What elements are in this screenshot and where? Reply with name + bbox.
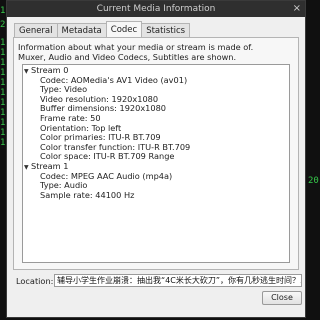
terminal-fragment: 2: [0, 20, 6, 30]
terminal-fragment: 1: [0, 88, 6, 98]
tab-metadata[interactable]: Metadata: [56, 23, 107, 37]
location-label: Location:: [16, 276, 54, 286]
info-line: Muxer, Audio and Video Codecs, Subtitles…: [18, 52, 237, 62]
window-title: Current Media Information: [96, 4, 216, 14]
tab-general[interactable]: General: [14, 23, 58, 37]
terminal-fragment: 1: [0, 128, 6, 138]
terminal-fragment: 1: [0, 78, 6, 88]
tab-codec[interactable]: Codec: [105, 21, 143, 37]
tab-bar: General Metadata Codec Statistics: [14, 21, 191, 38]
terminal-fragment: 1: [0, 98, 6, 108]
tab-statistics[interactable]: Statistics: [141, 23, 191, 37]
close-button[interactable]: Close: [262, 291, 302, 305]
terminal-fragment: 1: [0, 68, 6, 78]
stream-label: Stream 1: [31, 160, 69, 171]
terminal-fragment: 1: [0, 118, 6, 128]
title-bar[interactable]: Current Media Information ×: [7, 1, 305, 17]
codec-panel: Information about what your media or str…: [13, 37, 299, 270]
terminal-fragment: 1: [0, 38, 6, 48]
terminal-fragment: 1: [0, 138, 6, 148]
terminal-fragment: 1: [0, 108, 6, 118]
terminal-fragment-right: 20: [308, 176, 319, 186]
terminal-fragment: 1: [0, 48, 6, 58]
location-row: Location: 辅导小学生作业崩溃：抽出我“4C米长大砍刀”，你有几秒逃生时…: [13, 273, 302, 289]
codec-info-text: Information about what your media or str…: [18, 42, 253, 62]
stream-label: Stream 0: [31, 65, 69, 75]
terminal-fragment: 1: [0, 58, 6, 68]
terminal-fragment: 1: [0, 6, 6, 16]
info-line: Information about what your media or str…: [18, 42, 254, 52]
tree-item-property[interactable]: Sample rate: 44100 Hz: [23, 190, 289, 201]
close-icon[interactable]: ×: [293, 1, 301, 17]
location-field[interactable]: 辅导小学生作业崩溃：抽出我“4C米长大砍刀”，你有几秒逃生时间？.mp4: [54, 274, 302, 287]
media-information-dialog: Current Media Information × General Meta…: [6, 0, 306, 318]
stream-tree[interactable]: ▼ Stream 0 Codec: AOMedia's AV1 Video (av…: [22, 64, 290, 263]
